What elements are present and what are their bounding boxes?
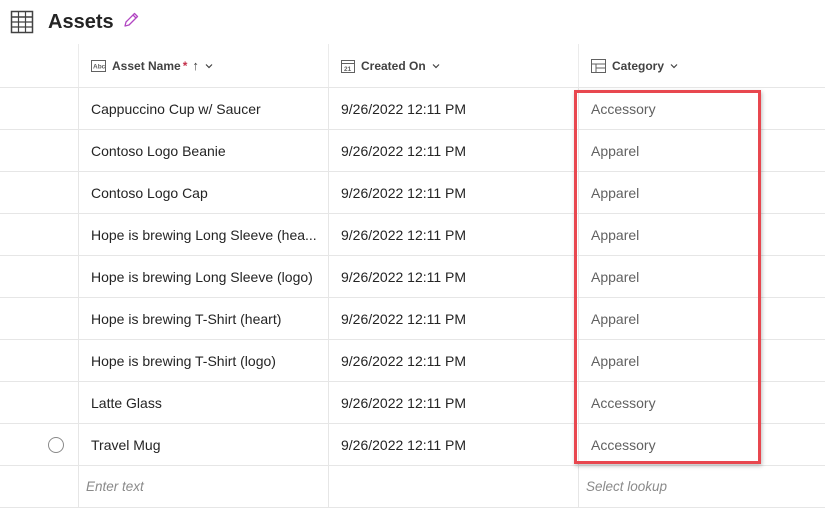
chevron-down-icon xyxy=(204,61,214,71)
chevron-down-icon xyxy=(431,61,441,71)
category-cell[interactable]: Apparel xyxy=(578,172,825,213)
assets-page: Assets Abc Asset Name * ↑ 21 Created On … xyxy=(0,0,825,513)
table-row[interactable]: Hope is brewing T-Shirt (logo) 9/26/2022… xyxy=(0,340,825,382)
chevron-down-icon xyxy=(669,61,679,71)
row-select-cell[interactable] xyxy=(34,130,78,171)
table-row[interactable]: Cappuccino Cup w/ Saucer 9/26/2022 12:11… xyxy=(0,88,825,130)
asset-name-cell[interactable]: Latte Glass xyxy=(78,382,328,423)
asset-name-cell[interactable]: Contoso Logo Cap xyxy=(78,172,328,213)
page-header: Assets xyxy=(0,0,825,44)
created-on-header-label: Created On xyxy=(361,58,426,73)
asset-name-cell[interactable]: Travel Mug xyxy=(78,424,328,465)
table-row[interactable]: Contoso Logo Beanie 9/26/2022 12:11 PM A… xyxy=(0,130,825,172)
asset-name-input-cell[interactable]: Enter text xyxy=(78,466,328,507)
category-cell[interactable]: Apparel xyxy=(578,256,825,297)
created-on-input-cell xyxy=(328,466,578,507)
required-indicator: * xyxy=(182,58,188,73)
asset-name-input[interactable]: Enter text xyxy=(86,479,144,494)
category-cell[interactable]: Apparel xyxy=(578,214,825,255)
asset-name-cell[interactable]: Hope is brewing Long Sleeve (hea... xyxy=(78,214,328,255)
row-select-cell[interactable] xyxy=(34,382,78,423)
table-row[interactable]: Hope is brewing T-Shirt (heart) 9/26/202… xyxy=(0,298,825,340)
column-header-created-on[interactable]: 21 Created On xyxy=(328,44,578,87)
category-lookup-input[interactable]: Select lookup xyxy=(586,479,667,494)
created-on-header-button[interactable]: 21 Created On xyxy=(341,59,441,73)
row-select-radio[interactable] xyxy=(48,436,64,453)
asset-name-cell[interactable]: Hope is brewing T-Shirt (heart) xyxy=(78,298,328,339)
row-select-cell[interactable] xyxy=(34,214,78,255)
row-select-cell xyxy=(34,466,78,507)
calendar-icon: 21 xyxy=(341,59,355,73)
created-on-cell[interactable]: 9/26/2022 12:11 PM xyxy=(328,214,578,255)
header-row: Abc Asset Name * ↑ 21 Created On Categor… xyxy=(0,44,825,88)
select-all-cell xyxy=(34,44,78,87)
asset-name-cell[interactable]: Hope is brewing T-Shirt (logo) xyxy=(78,340,328,381)
column-header-category[interactable]: Category xyxy=(578,44,825,87)
category-lookup-cell[interactable]: Select lookup xyxy=(578,466,825,507)
created-on-cell[interactable]: 9/26/2022 12:11 PM xyxy=(328,256,578,297)
created-on-cell[interactable]: 9/26/2022 12:11 PM xyxy=(328,340,578,381)
table-row[interactable]: Hope is brewing Long Sleeve (hea... 9/26… xyxy=(0,214,825,256)
table-row[interactable]: Contoso Logo Cap 9/26/2022 12:11 PM Appa… xyxy=(0,172,825,214)
category-cell[interactable]: Apparel xyxy=(578,130,825,171)
created-on-cell[interactable]: 9/26/2022 12:11 PM xyxy=(328,172,578,213)
created-on-cell[interactable]: 9/26/2022 12:11 PM xyxy=(328,298,578,339)
created-on-cell[interactable]: 9/26/2022 12:11 PM xyxy=(328,424,578,465)
row-select-cell[interactable] xyxy=(34,172,78,213)
sort-ascending-icon: ↑ xyxy=(192,58,199,73)
svg-text:Abc: Abc xyxy=(93,63,106,70)
created-on-cell[interactable]: 9/26/2022 12:11 PM xyxy=(328,382,578,423)
category-cell[interactable]: Accessory xyxy=(578,88,825,129)
category-cell[interactable]: Apparel xyxy=(578,298,825,339)
category-cell[interactable]: Accessory xyxy=(578,424,825,465)
choice-field-icon xyxy=(591,58,606,73)
text-field-icon: Abc xyxy=(91,59,106,72)
category-cell[interactable]: Accessory xyxy=(578,382,825,423)
category-cell[interactable]: Apparel xyxy=(578,340,825,381)
table-row[interactable]: Hope is brewing Long Sleeve (logo) 9/26/… xyxy=(0,256,825,298)
category-header-label: Category xyxy=(612,58,665,73)
asset-name-header-button[interactable]: Abc Asset Name * ↑ xyxy=(91,58,214,73)
table-grid-icon xyxy=(10,10,34,34)
asset-name-cell[interactable]: Cappuccino Cup w/ Saucer xyxy=(78,88,328,129)
data-grid: Abc Asset Name * ↑ 21 Created On Categor… xyxy=(0,44,825,508)
category-header-button[interactable]: Category xyxy=(591,58,679,73)
page-title: Assets xyxy=(48,11,114,33)
row-select-cell[interactable] xyxy=(34,340,78,381)
pencil-icon[interactable] xyxy=(122,11,140,29)
created-on-cell[interactable]: 9/26/2022 12:11 PM xyxy=(328,88,578,129)
created-on-cell[interactable]: 9/26/2022 12:11 PM xyxy=(328,130,578,171)
row-select-cell[interactable] xyxy=(34,298,78,339)
column-header-asset-name[interactable]: Abc Asset Name * ↑ xyxy=(78,44,328,87)
asset-name-cell[interactable]: Contoso Logo Beanie xyxy=(78,130,328,171)
table-row[interactable]: Latte Glass 9/26/2022 12:11 PM Accessory xyxy=(0,382,825,424)
row-select-cell[interactable] xyxy=(34,88,78,129)
row-select-cell[interactable] xyxy=(34,256,78,297)
svg-text:21: 21 xyxy=(344,66,352,73)
asset-name-cell[interactable]: Hope is brewing Long Sleeve (logo) xyxy=(78,256,328,297)
row-select-cell[interactable] xyxy=(34,424,78,465)
asset-name-header-label: Asset Name xyxy=(112,58,181,73)
new-row[interactable]: Enter text Select lookup xyxy=(0,466,825,508)
table-row[interactable]: Travel Mug 9/26/2022 12:11 PM Accessory xyxy=(0,424,825,466)
